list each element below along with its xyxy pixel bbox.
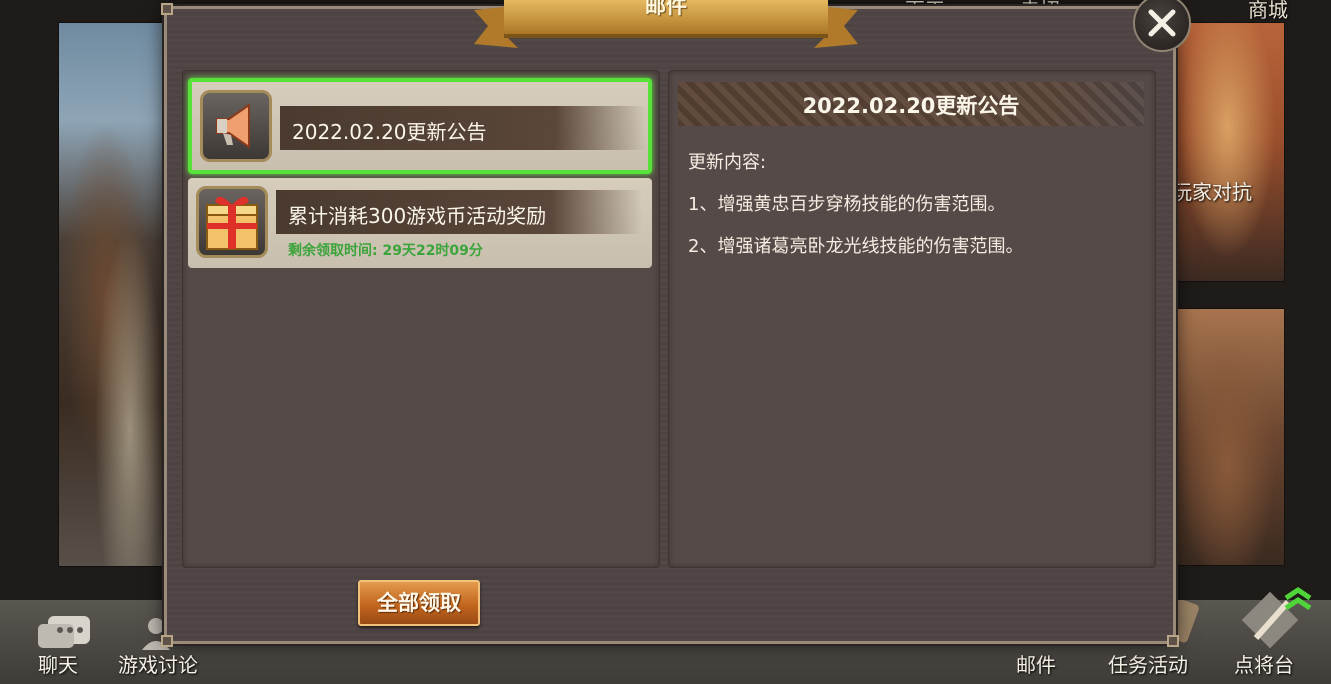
bottom-nav-hero-altar[interactable]: 点将台 [1234,649,1294,678]
pvp-mode-label: 玩家对抗 [1172,180,1252,204]
close-button[interactable] [1133,0,1191,52]
mail-item-title: 2022.02.20更新公告 [292,120,487,144]
megaphone-icon-frame [200,90,272,162]
sword-banner-icon[interactable] [1236,586,1316,649]
pvp-mode-card[interactable] [1170,22,1285,282]
gift-box-icon [206,196,258,250]
content-line: 2、增强诸葛亮卧龙光线技能的伤害范围。 [688,236,1024,257]
content-line: 更新内容: [688,152,767,173]
mail-content-title: 2022.02.20更新公告 [802,94,1020,118]
megaphone-icon [216,103,250,149]
hero-artwork [58,22,178,567]
mail-content-panel [668,70,1156,568]
mail-expiry-timer: 剩余领取时间: 29天22时09分 [288,243,483,259]
content-line: 1、增强黄忠百步穿杨技能的伤害范围。 [688,194,1006,215]
bottom-nav-quests[interactable]: 任务活动 [1108,649,1188,678]
dialog-corner-ornament [161,3,173,15]
dialog-title: 邮件 [645,0,687,18]
mail-item-update-notice[interactable]: 2022.02.20更新公告 [188,78,652,174]
gift-box-icon-frame [196,186,268,258]
shop-label[interactable]: 商城 [1248,0,1288,23]
close-x-icon [1148,9,1176,37]
bottom-nav-forum[interactable]: 游戏讨论 [118,649,198,678]
mail-item-reward[interactable]: 累计消耗300游戏币活动奖励 剩余领取时间: 29天22时09分 [188,178,652,268]
mode-card[interactable] [1170,308,1285,566]
dialog-corner-ornament [1167,635,1179,647]
chat-bubble-icon[interactable] [36,614,90,652]
bottom-nav-mail[interactable]: 邮件 [1016,649,1056,678]
mail-item-title: 累计消耗300游戏币活动奖励 [288,204,547,228]
dialog-corner-ornament [161,635,173,647]
bottom-nav-chat[interactable]: 聊天 [38,649,78,678]
dialog-title-banner: 邮件 [474,0,858,54]
claim-all-button[interactable]: 全部领取 [358,580,480,626]
